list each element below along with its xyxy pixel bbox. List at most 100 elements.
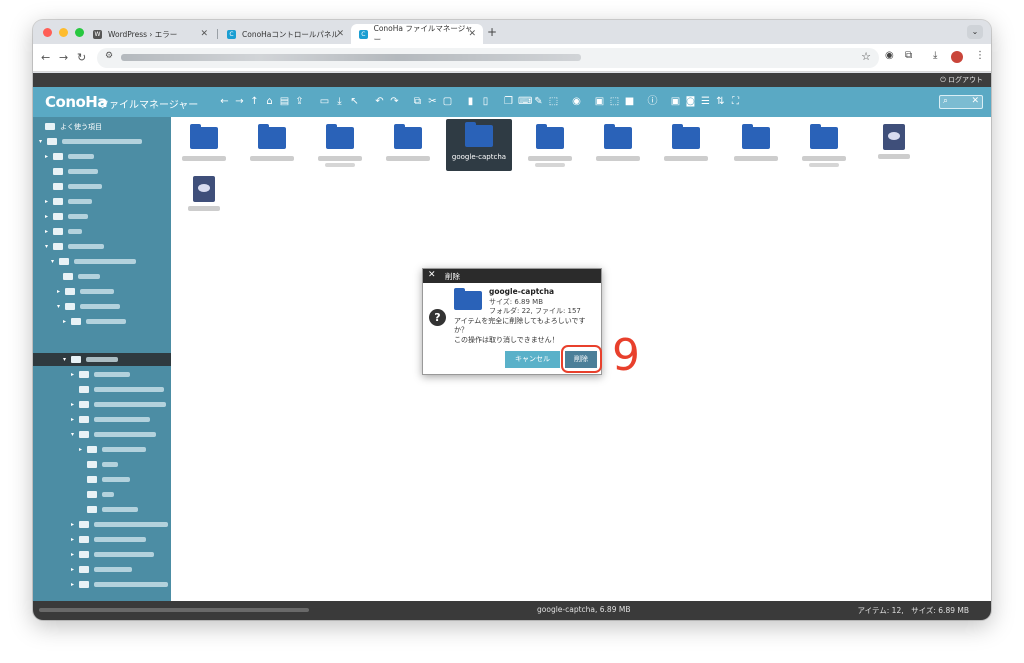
address-bar[interactable]: ⚙ ☆ bbox=[97, 48, 879, 68]
forward-icon[interactable]: → bbox=[234, 95, 245, 108]
folder-item[interactable] bbox=[791, 121, 857, 173]
tree-item[interactable]: ▸ bbox=[71, 564, 132, 575]
new-folder-icon[interactable]: ▭ bbox=[319, 95, 330, 108]
close-tab-icon[interactable]: ✕ bbox=[200, 29, 208, 39]
info-icon[interactable]: ⓘ bbox=[647, 95, 658, 108]
preview-icon[interactable]: ◉ bbox=[571, 95, 582, 108]
maximize-window-button[interactable] bbox=[75, 28, 84, 37]
close-icon[interactable]: ✕ bbox=[428, 270, 436, 280]
tree-item[interactable]: ▸ bbox=[57, 286, 114, 297]
folder-item[interactable] bbox=[653, 121, 719, 173]
php-file-item[interactable] bbox=[171, 173, 237, 225]
tree-label-blurred bbox=[68, 214, 88, 219]
tree-item[interactable] bbox=[87, 504, 138, 515]
tree-item[interactable] bbox=[87, 474, 130, 485]
tree-item[interactable] bbox=[63, 271, 100, 282]
tree-favorites[interactable]: よく使う項目 bbox=[45, 121, 102, 132]
search-input[interactable]: ⌕ ✕ bbox=[939, 95, 983, 109]
rename-icon[interactable]: ⌨ bbox=[518, 95, 532, 108]
select-none-icon[interactable]: ⬚ bbox=[609, 95, 620, 108]
resize-icon[interactable]: ⬚ bbox=[548, 95, 559, 108]
tree-item[interactable]: ▸ bbox=[63, 316, 126, 327]
download-icon[interactable]: ⤓ bbox=[933, 50, 937, 61]
cut-icon[interactable]: ✂ bbox=[427, 95, 438, 108]
tree-item[interactable] bbox=[53, 166, 98, 177]
tree-item[interactable]: ▸ bbox=[79, 444, 146, 455]
select-all-icon[interactable]: ▣ bbox=[594, 95, 605, 108]
tree-item[interactable]: ▸ bbox=[45, 226, 82, 237]
tree-item[interactable] bbox=[87, 489, 114, 500]
profile-avatar[interactable] bbox=[951, 51, 963, 63]
fullscreen-icon[interactable]: ⛶ bbox=[730, 95, 741, 108]
tree-item[interactable]: ▸ bbox=[71, 549, 154, 560]
tree-item[interactable]: ▸ bbox=[45, 196, 92, 207]
password-manager-icon[interactable]: ◉ bbox=[885, 50, 894, 61]
tree-item[interactable]: ▸ bbox=[71, 579, 168, 590]
delete-icon[interactable]: ▮ bbox=[465, 95, 476, 108]
close-tab-icon[interactable]: ✕ bbox=[336, 29, 344, 39]
undo-icon[interactable]: ↶ bbox=[374, 95, 385, 108]
tree-item[interactable]: ▸ bbox=[45, 151, 94, 162]
php-file-item[interactable] bbox=[861, 121, 927, 173]
upload-icon[interactable]: ⇪ bbox=[294, 95, 305, 108]
logout-link[interactable]: ⏻ ログアウト bbox=[940, 75, 983, 85]
tree-item[interactable]: ▸ bbox=[71, 369, 130, 380]
tree-item[interactable]: ▸ bbox=[71, 399, 166, 410]
archive-icon[interactable]: ◙ bbox=[685, 95, 696, 108]
back-arrow-icon[interactable]: ← bbox=[41, 51, 50, 64]
cancel-button[interactable]: キャンセル bbox=[505, 351, 560, 368]
invert-selection-icon[interactable]: ■ bbox=[624, 95, 635, 108]
tree-item[interactable]: ▾ bbox=[39, 136, 142, 147]
extensions-icon[interactable]: ⧉ bbox=[905, 50, 912, 61]
close-window-button[interactable] bbox=[43, 28, 52, 37]
folder-item[interactable] bbox=[239, 121, 305, 173]
site-info-icon[interactable]: ⚙ bbox=[105, 51, 113, 61]
new-file-icon[interactable]: ▤ bbox=[279, 95, 290, 108]
edit-icon[interactable]: ✎ bbox=[533, 95, 544, 108]
tab-search-button[interactable]: ⌄ bbox=[967, 25, 983, 39]
select-icon[interactable]: ↖ bbox=[349, 95, 360, 108]
more-menu-icon[interactable]: ⋮ bbox=[975, 50, 985, 61]
tree-item[interactable]: ▸ bbox=[45, 211, 88, 222]
tree-item[interactable]: ▸ bbox=[71, 414, 150, 425]
folder-item[interactable] bbox=[171, 121, 237, 173]
forward-arrow-icon[interactable]: → bbox=[59, 51, 68, 64]
new-tab-button[interactable]: + bbox=[487, 25, 497, 39]
sort-icon[interactable]: ⇅ bbox=[715, 95, 726, 108]
tree-item[interactable]: ▾ bbox=[45, 241, 104, 252]
paste-icon[interactable]: ▢ bbox=[442, 95, 453, 108]
extract-icon[interactable]: ▣ bbox=[670, 95, 681, 108]
copy-icon[interactable]: ⧉ bbox=[412, 95, 423, 108]
tree-item[interactable]: ▾ bbox=[57, 301, 120, 312]
minimize-window-button[interactable] bbox=[59, 28, 68, 37]
folder-item[interactable] bbox=[307, 121, 373, 173]
download-file-icon[interactable]: ⤓ bbox=[334, 95, 345, 108]
bookmark-star-icon[interactable]: ☆ bbox=[861, 50, 871, 63]
empty-icon[interactable]: ▯ bbox=[480, 95, 491, 108]
clear-search-icon[interactable]: ✕ bbox=[971, 96, 979, 106]
tree-item[interactable]: ▾ bbox=[51, 256, 136, 267]
tree-item-google-captcha[interactable]: ▾ bbox=[71, 429, 156, 440]
redo-icon[interactable]: ↷ bbox=[389, 95, 400, 108]
folder-item[interactable] bbox=[723, 121, 789, 173]
tab-conoha-control-panel[interactable]: C ConoHaコントロールパネル ✕ bbox=[219, 24, 351, 44]
tree-item-plugins[interactable]: ▾ bbox=[63, 354, 118, 365]
tree-item[interactable] bbox=[87, 459, 118, 470]
tree-item[interactable] bbox=[79, 384, 164, 395]
list-view-icon[interactable]: ☰ bbox=[700, 95, 711, 108]
parent-folder-icon[interactable]: ↑ bbox=[249, 95, 260, 108]
tree-item[interactable] bbox=[53, 181, 102, 192]
tab-wordpress[interactable]: W WordPress › エラー ✕ bbox=[85, 24, 215, 44]
duplicate-icon[interactable]: ❐ bbox=[503, 95, 514, 108]
folder-item[interactable] bbox=[585, 121, 651, 173]
close-tab-icon[interactable]: ✕ bbox=[468, 29, 476, 39]
folder-item[interactable] bbox=[375, 121, 441, 173]
tab-conoha-file-manager[interactable]: C ConoHa ファイルマネージャー ✕ bbox=[351, 24, 483, 44]
tree-item[interactable]: ▸ bbox=[71, 519, 168, 530]
back-icon[interactable]: ← bbox=[219, 95, 230, 108]
tree-item[interactable]: ▸ bbox=[71, 534, 146, 545]
folder-item[interactable] bbox=[517, 121, 583, 173]
folder-item-google-captcha[interactable]: google-captcha bbox=[446, 119, 512, 171]
home-icon[interactable]: ⌂ bbox=[264, 95, 275, 108]
reload-icon[interactable]: ↻ bbox=[77, 51, 86, 64]
